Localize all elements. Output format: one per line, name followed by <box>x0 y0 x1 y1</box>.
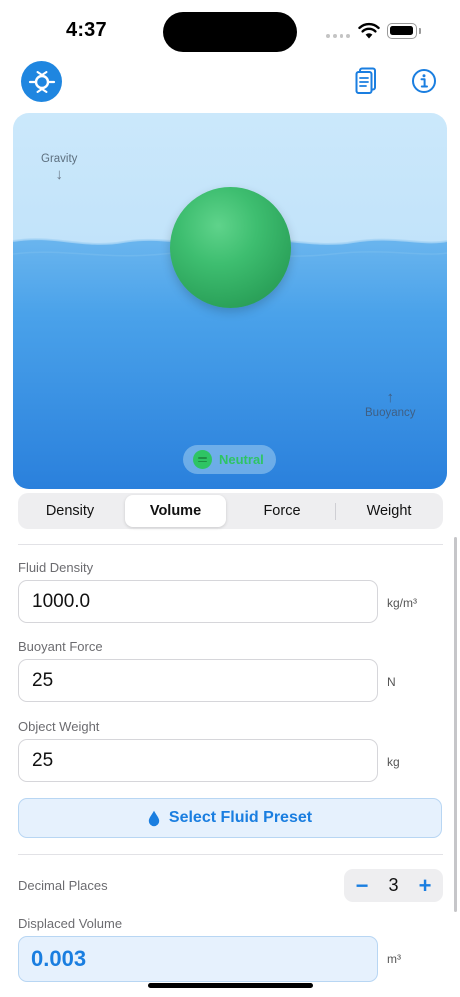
arrow-down-icon: ↓ <box>55 166 63 183</box>
fluid-density-input[interactable]: 1000.0 <box>18 580 378 623</box>
fluid-density-label: Fluid Density <box>18 560 94 575</box>
displaced-volume-unit: m³ <box>387 952 401 966</box>
object-weight-unit: kg <box>387 755 400 769</box>
gravity-indicator: Gravity ↓ <box>41 153 77 183</box>
increment-button[interactable]: + <box>410 869 440 902</box>
info-icon[interactable] <box>409 66 439 96</box>
buoyancy-label: Buoyancy <box>365 407 416 419</box>
tab-weight[interactable]: Weight <box>338 495 440 527</box>
wifi-icon <box>358 22 380 39</box>
divider <box>18 854 443 855</box>
home-indicator[interactable] <box>148 983 313 988</box>
status-bar: 4:37 <box>0 0 460 58</box>
arrow-up-icon: ↑ <box>386 389 395 406</box>
equilibrium-icon <box>193 450 212 469</box>
status-badge: Neutral <box>183 445 276 474</box>
calculation-mode-tabs: Density Volume Force Weight <box>18 493 443 529</box>
floating-object <box>170 187 291 308</box>
decimal-places-stepper: − 3 + <box>344 869 443 902</box>
water-drop-icon <box>148 810 160 826</box>
decimal-places-label: Decimal Places <box>18 878 108 893</box>
buoyancy-indicator: ↑ Buoyancy <box>365 389 416 419</box>
status-time: 4:37 <box>66 19 107 41</box>
simulation-scene: Gravity ↓ ↑ Buoyancy Neutral <box>13 113 447 489</box>
tab-density[interactable]: Density <box>20 495 120 527</box>
dynamic-island <box>163 12 297 52</box>
displaced-volume-label: Displaced Volume <box>18 916 123 931</box>
tab-volume[interactable]: Volume <box>125 495 226 527</box>
buoyant-force-unit: N <box>387 675 396 689</box>
buoyancy-logo-icon[interactable] <box>21 61 62 102</box>
scrollbar[interactable] <box>454 537 457 912</box>
gravity-label: Gravity <box>41 153 78 165</box>
guide-book-icon[interactable] <box>351 66 381 96</box>
fluid-density-unit: kg/m³ <box>387 596 417 610</box>
status-label: Neutral <box>219 452 264 467</box>
buoyant-force-input[interactable]: 25 <box>18 659 378 702</box>
tab-force[interactable]: Force <box>231 495 333 527</box>
object-weight-label: Object Weight <box>18 719 100 734</box>
preset-button-label: Select Fluid Preset <box>168 809 313 826</box>
select-fluid-preset-button[interactable]: Select Fluid Preset <box>18 798 442 838</box>
buoyant-force-label: Buoyant Force <box>18 639 103 654</box>
displaced-volume-result: 0.003 <box>18 936 378 982</box>
decrement-button[interactable]: − <box>347 869 377 902</box>
object-weight-input[interactable]: 25 <box>18 739 378 782</box>
battery-icon <box>387 23 417 39</box>
decimal-places-value: 3 <box>388 875 399 895</box>
cellular-signal-icon <box>326 30 350 38</box>
divider <box>18 544 443 545</box>
